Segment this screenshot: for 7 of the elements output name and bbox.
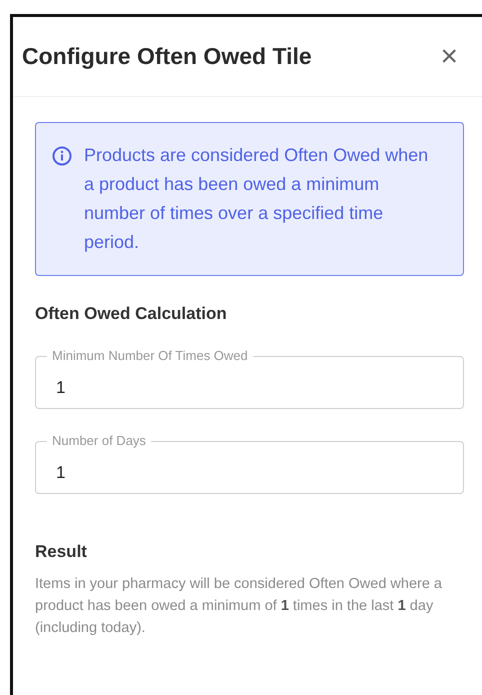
result-text: Items in your pharmacy will be considered Often Owed where a product has been owed a minimum of 1 times in the last 1 day (including today). xyxy=(35,574,443,638)
close-button[interactable]: × xyxy=(436,42,462,72)
section-heading: Often Owed Calculation xyxy=(35,304,228,324)
info-icon xyxy=(52,146,72,166)
dialog-title: Configure Often Owed Tile xyxy=(22,42,312,70)
result-heading: Result xyxy=(35,542,88,563)
info-text: Products are considered Often Owed when a product has been owed a minimum number of times over a specified time period. xyxy=(84,144,430,254)
